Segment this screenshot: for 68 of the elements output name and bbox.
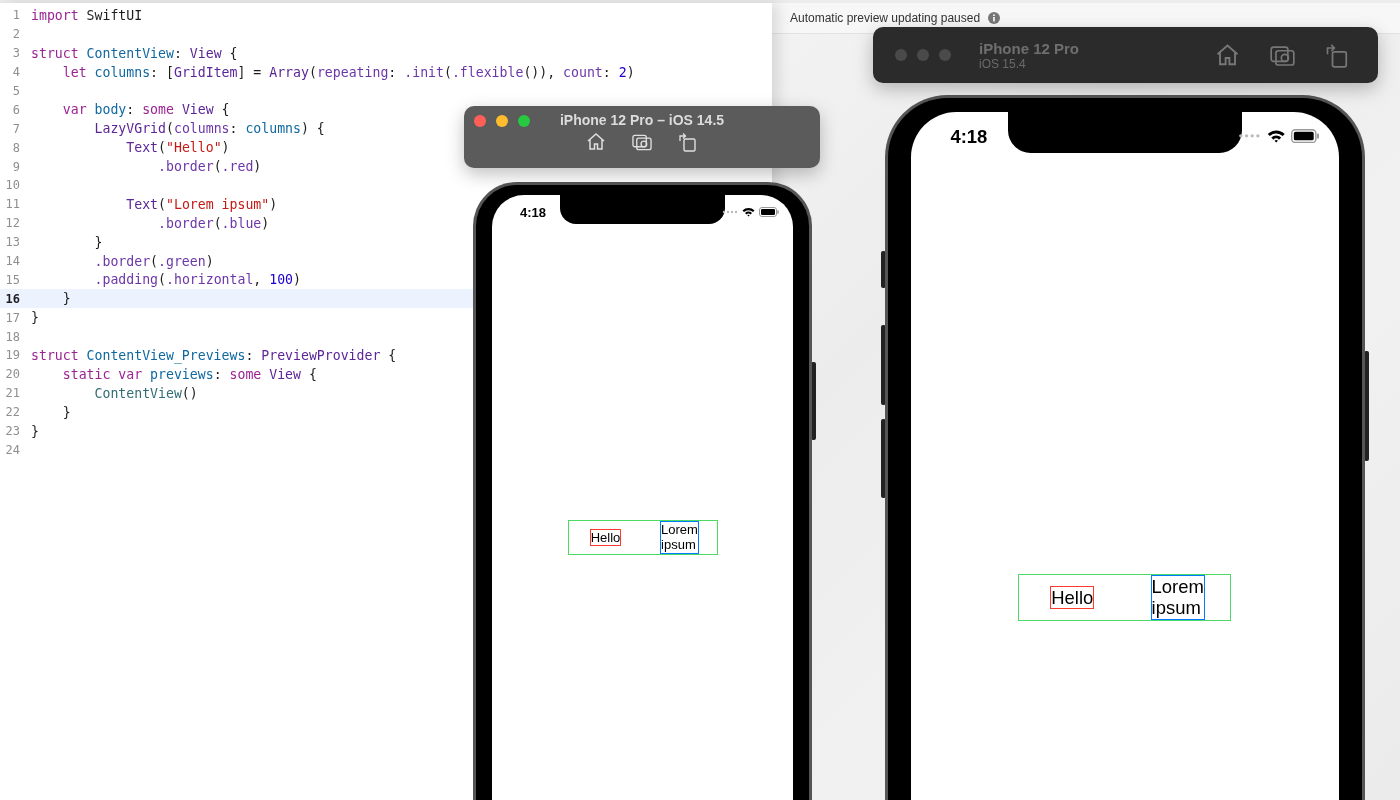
line-number: 20 — [4, 367, 21, 382]
line-number: 8 — [11, 140, 21, 155]
window-control-button[interactable] — [496, 115, 508, 127]
line-number: 1 — [11, 8, 21, 23]
line-number: 18 — [4, 329, 21, 344]
battery-icon — [759, 207, 779, 217]
info-icon[interactable] — [988, 12, 1001, 24]
line-number: 15 — [4, 272, 21, 287]
line-number: 13 — [4, 235, 21, 250]
window-control-button[interactable] — [474, 115, 486, 127]
code-line: .border(.green) — [93, 253, 214, 269]
text-cell: Lorem ipsum — [660, 521, 699, 554]
line-number: 21 — [4, 386, 21, 401]
code-line: import SwiftUI — [31, 7, 143, 23]
signal-icon — [722, 210, 738, 214]
line-number: 16 — [4, 291, 21, 306]
rotate-icon[interactable] — [1325, 42, 1350, 68]
line-number: 24 — [4, 442, 21, 457]
status-time: 4:18 — [950, 126, 988, 149]
code-line: } — [31, 423, 39, 439]
line-number: 7 — [11, 121, 21, 136]
wifi-icon — [742, 207, 755, 217]
code-line: struct ContentView_Previews: PreviewProvider { — [31, 347, 397, 363]
line-number: 23 — [4, 424, 21, 439]
code-line: } — [61, 291, 71, 307]
home-icon[interactable] — [1215, 42, 1240, 68]
code-line: struct ContentView: View { — [31, 45, 238, 61]
code-line: } — [31, 310, 39, 326]
code-line: .padding(.horizontal, 100) — [93, 272, 301, 288]
line-number: 12 — [4, 216, 21, 231]
code-line: } — [93, 234, 103, 250]
line-number: 5 — [11, 84, 21, 98]
line-number: 11 — [4, 197, 21, 212]
line-number: 14 — [4, 254, 21, 268]
signal-icon — [1238, 133, 1262, 140]
code-line: LazyVGrid(columns: columns) { — [93, 121, 325, 137]
window-title: iPhone 12 Pro – iOS 14.5 — [559, 112, 725, 128]
code-line: Text("Lorem ipsum") — [125, 196, 278, 212]
code-line: } — [61, 404, 71, 420]
window-control-button[interactable] — [518, 115, 530, 127]
line-number: 6 — [11, 102, 21, 117]
text-cell: Hello — [589, 528, 622, 546]
code-line: static var previews: some View { — [61, 366, 317, 382]
rotate-icon[interactable] — [678, 132, 698, 152]
code-line: let columns: [GridItem] = Array(repeating: .init(.flexible()), count: 2) — [61, 64, 635, 80]
preview-status: Automatic preview updating paused — [790, 11, 981, 25]
text-cell: Hello — [1050, 585, 1095, 610]
status-time: 4:18 — [520, 205, 547, 220]
code-line: Text("Hello") — [125, 140, 230, 156]
line-number: 22 — [4, 405, 21, 420]
os-version: iOS 15.4 — [979, 56, 1027, 71]
code-line: .border(.red) — [157, 159, 262, 175]
battery-icon — [1291, 129, 1320, 144]
code-line: ContentView() — [93, 385, 198, 401]
line-number: 17 — [4, 310, 21, 325]
line-number: 9 — [11, 159, 21, 174]
window-title: iPhone 12 Pro — [979, 39, 1080, 57]
line-number: 19 — [4, 348, 21, 363]
line-number: 3 — [11, 46, 21, 61]
code-line: .border(.blue) — [157, 215, 270, 231]
code-line: var body: some View { — [61, 102, 230, 118]
home-icon[interactable] — [586, 132, 606, 152]
line-number: 2 — [11, 27, 21, 42]
line-number: 4 — [11, 65, 21, 80]
screenshot-icon[interactable] — [632, 132, 652, 152]
wifi-icon — [1266, 129, 1286, 144]
line-number: 10 — [4, 178, 21, 193]
text-cell: Lorem ipsum — [1150, 574, 1205, 621]
